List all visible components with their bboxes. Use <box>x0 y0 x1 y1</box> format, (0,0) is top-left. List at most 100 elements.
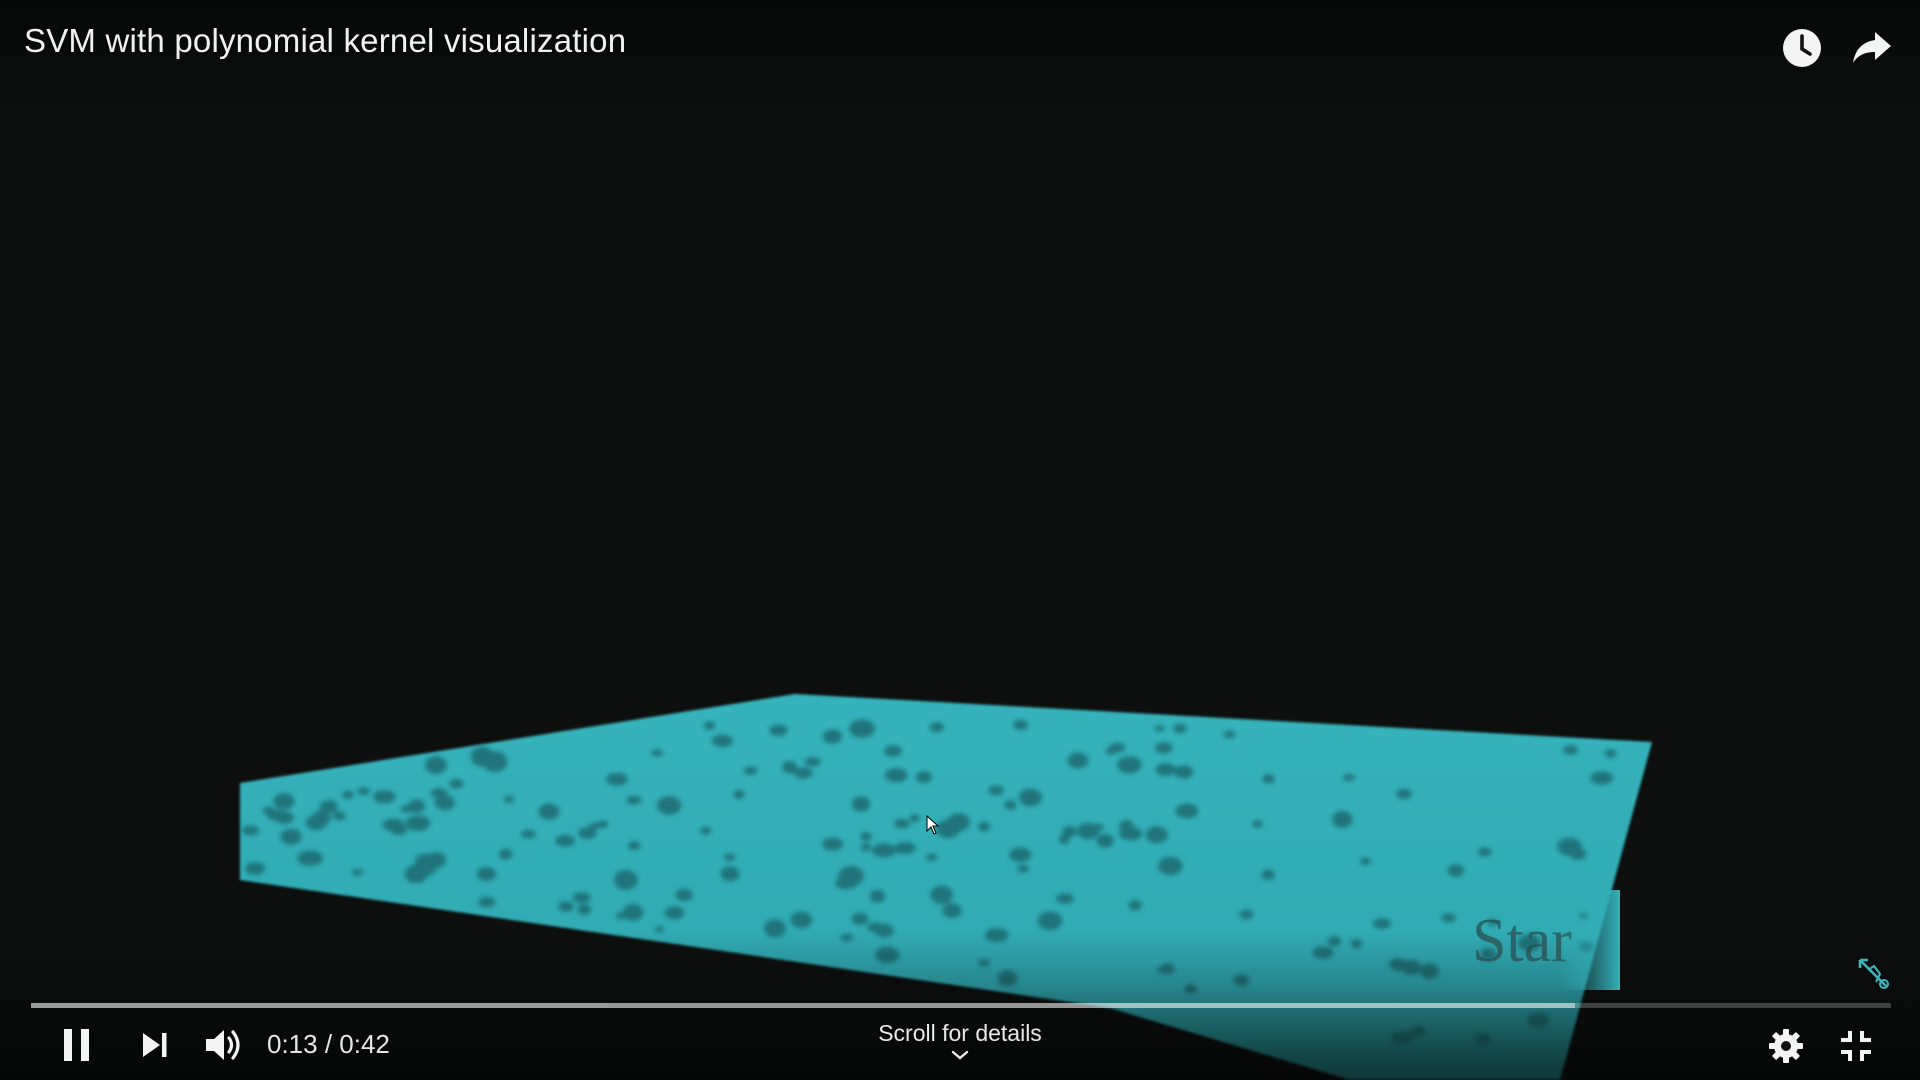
progress-played <box>31 1003 608 1008</box>
data-point <box>1067 752 1089 769</box>
data-point <box>894 842 916 855</box>
data-point <box>1590 771 1614 785</box>
data-point <box>978 821 991 832</box>
pause-icon <box>64 1029 89 1061</box>
data-point <box>929 722 944 733</box>
data-point <box>1154 742 1173 754</box>
settings-button[interactable] <box>1760 1020 1812 1072</box>
volume-icon <box>206 1030 240 1060</box>
data-point <box>1017 864 1030 873</box>
data-point <box>769 724 788 736</box>
data-point <box>1175 803 1199 819</box>
data-point <box>332 811 346 821</box>
data-point <box>408 799 425 814</box>
next-button[interactable] <box>130 1020 180 1070</box>
clock-icon <box>1783 29 1821 67</box>
data-point <box>1056 893 1074 904</box>
data-point <box>1096 833 1114 848</box>
data-point <box>280 828 302 845</box>
data-point <box>1013 720 1029 730</box>
data-point <box>538 803 560 820</box>
data-point <box>572 892 591 903</box>
exit-fullscreen-button[interactable] <box>1830 1020 1882 1072</box>
data-point <box>577 904 592 915</box>
data-point <box>1037 911 1063 931</box>
data-point <box>894 818 911 829</box>
data-point <box>909 814 920 823</box>
data-point <box>835 876 858 890</box>
data-point <box>1004 800 1017 810</box>
video-frame[interactable] <box>0 0 1920 1080</box>
data-point <box>860 832 872 842</box>
data-point <box>382 818 405 832</box>
data-point <box>1154 725 1165 732</box>
data-point <box>1018 788 1042 807</box>
data-point <box>1223 730 1236 739</box>
data-point <box>720 866 740 882</box>
data-point <box>1155 763 1177 776</box>
share-arrow-icon <box>1853 32 1891 63</box>
data-point <box>1359 857 1372 865</box>
data-point <box>947 813 971 831</box>
data-point <box>498 848 513 860</box>
data-point <box>626 795 642 805</box>
data-point <box>851 796 871 812</box>
data-point <box>342 790 354 799</box>
data-point <box>1157 856 1183 876</box>
exit-fullscreen-icon <box>1841 1031 1871 1061</box>
video-title[interactable]: SVM with polynomial kernel visualization <box>24 22 626 60</box>
data-point <box>357 787 370 796</box>
watch-later-button[interactable] <box>1774 20 1830 76</box>
data-point <box>930 885 953 905</box>
data-point <box>555 834 575 847</box>
scroll-for-details[interactable]: Scroll for details <box>860 1020 1060 1061</box>
data-point <box>1563 745 1578 755</box>
data-point <box>1447 864 1464 878</box>
data-point <box>405 815 431 831</box>
data-point <box>558 901 574 912</box>
data-point <box>872 843 897 858</box>
pause-button[interactable] <box>52 1020 102 1070</box>
data-point <box>297 850 323 866</box>
data-point <box>675 888 693 902</box>
data-point <box>426 852 446 869</box>
data-point <box>988 785 1004 796</box>
data-point <box>262 806 275 815</box>
data-point <box>1342 774 1356 782</box>
data-point <box>849 719 875 738</box>
data-point <box>628 840 641 851</box>
volume-button[interactable] <box>198 1020 252 1070</box>
data-point <box>1605 749 1617 758</box>
data-point <box>743 766 758 775</box>
data-point <box>1261 869 1275 880</box>
data-point <box>424 756 447 775</box>
progress-bar[interactable] <box>31 1003 1891 1008</box>
data-point <box>884 745 903 757</box>
data-point <box>656 796 682 815</box>
data-point <box>723 853 736 862</box>
data-point <box>790 911 813 929</box>
data-point <box>700 826 712 835</box>
data-point <box>503 795 515 803</box>
data-point <box>245 862 266 875</box>
data-point <box>1477 847 1492 857</box>
data-point <box>589 822 601 830</box>
video-player[interactable]: Star SVM with polynomial kernel visualiz… <box>0 0 1920 1080</box>
data-point <box>860 843 872 852</box>
data-point <box>1117 756 1142 774</box>
data-point <box>1119 826 1143 841</box>
mouse-pointer-icon <box>926 815 940 835</box>
data-point <box>793 767 813 779</box>
data-point <box>373 790 396 804</box>
scroll-label: Scroll for details <box>878 1020 1042 1046</box>
data-point <box>884 768 908 783</box>
data-point <box>704 721 715 730</box>
logo-icon <box>1858 958 1889 989</box>
time-display: 0:13 / 0:42 <box>267 1029 390 1059</box>
data-point <box>613 870 638 890</box>
data-point <box>822 837 844 851</box>
share-button[interactable] <box>1844 20 1900 76</box>
data-point <box>241 825 259 836</box>
gear-icon <box>1769 1029 1803 1063</box>
data-point <box>319 800 338 813</box>
